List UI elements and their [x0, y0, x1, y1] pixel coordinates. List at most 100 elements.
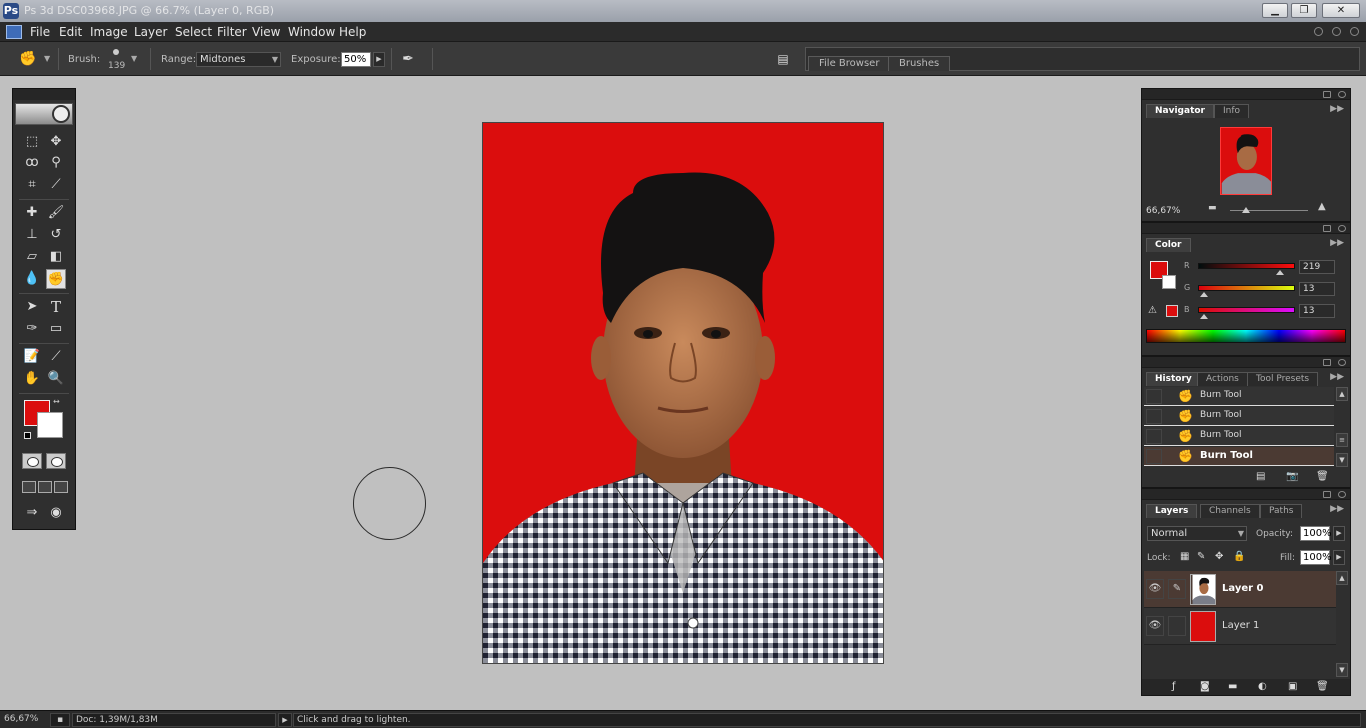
status-menu-arrow-icon[interactable]: ▶: [278, 713, 292, 727]
palette-menu-icon[interactable]: ▶▶: [1330, 504, 1344, 514]
menu-help[interactable]: Help: [339, 25, 366, 39]
palette-menu-icon[interactable]: ▶▶: [1330, 238, 1344, 248]
menu-view[interactable]: View: [252, 25, 280, 39]
menu-window[interactable]: Window: [288, 25, 335, 39]
blend-mode-select[interactable]: Normal ▼: [1147, 526, 1247, 541]
lock-image-icon[interactable]: ✎: [1197, 551, 1205, 562]
palette-menu-icon[interactable]: ▶▶: [1330, 104, 1344, 114]
history-item-selected[interactable]: ✊ Burn Tool: [1144, 447, 1334, 466]
tab-file-browser[interactable]: File Browser: [808, 56, 891, 71]
blur-tool-icon[interactable]: 💧: [22, 269, 42, 289]
palette-close-button[interactable]: [1338, 491, 1346, 498]
palette-close-button[interactable]: [1338, 359, 1346, 366]
menu-select[interactable]: Select: [175, 25, 212, 39]
layer-thumbnail[interactable]: [1190, 611, 1216, 642]
toolbox-grip[interactable]: [13, 89, 75, 100]
history-snapshot-source[interactable]: [1146, 389, 1162, 404]
restore-button[interactable]: ❐: [1291, 3, 1317, 18]
palette-minimize-button[interactable]: [1323, 91, 1331, 98]
layer-row-layer-0[interactable]: 👁 ✎ Layer 0: [1144, 571, 1336, 608]
gradient-tool-icon[interactable]: ◧: [46, 247, 66, 267]
color-spectrum-ramp[interactable]: [1146, 329, 1346, 343]
brush-tool-icon[interactable]: 🖌: [46, 203, 66, 223]
tab-channels[interactable]: Channels: [1200, 504, 1260, 518]
imageready-icon[interactable]: ◉: [46, 503, 66, 523]
minimize-button[interactable]: ▁: [1262, 3, 1288, 18]
close-button[interactable]: ✕: [1322, 3, 1360, 18]
r-value[interactable]: 219: [1299, 260, 1335, 274]
move-tool-icon[interactable]: ✥: [46, 132, 66, 152]
zoom-in-icon[interactable]: ▲: [1318, 201, 1326, 212]
palette-menu-icon[interactable]: ▶▶: [1330, 372, 1344, 382]
scroll-down-button[interactable]: ▼: [1336, 663, 1348, 677]
swap-colors-icon[interactable]: ↔: [53, 397, 60, 406]
tab-actions[interactable]: Actions: [1197, 372, 1248, 386]
lock-all-icon[interactable]: 🔒: [1233, 551, 1245, 562]
jump-to-imageready-icon[interactable]: ⇒: [22, 503, 42, 523]
rectangle-tool-icon[interactable]: ▭: [46, 319, 66, 339]
document-icon[interactable]: [6, 25, 22, 39]
trash-icon[interactable]: 🗑: [1316, 471, 1329, 482]
history-item[interactable]: ✊ Burn Tool: [1144, 407, 1334, 426]
layer-brush-link-icon[interactable]: ✎: [1168, 579, 1186, 599]
brush-tip-icon[interactable]: [113, 49, 119, 55]
menu-layer[interactable]: Layer: [134, 25, 167, 39]
healing-brush-tool-icon[interactable]: ✚: [22, 203, 42, 223]
palette-close-button[interactable]: [1338, 225, 1346, 232]
tab-color[interactable]: Color: [1146, 238, 1191, 252]
marquee-tool-icon[interactable]: ⬚: [22, 132, 42, 152]
history-snapshot-source[interactable]: [1146, 449, 1162, 464]
status-zoom[interactable]: 66,67%: [4, 714, 38, 724]
path-selection-tool-icon[interactable]: ➤: [22, 297, 42, 317]
b-slider-handle[interactable]: [1200, 314, 1208, 319]
tab-info[interactable]: Info: [1214, 104, 1250, 118]
crop-tool-icon[interactable]: ⌗: [22, 175, 42, 195]
trash-icon[interactable]: 🗑: [1316, 681, 1329, 692]
hand-tool-icon[interactable]: ✋: [22, 369, 42, 389]
default-colors-icon[interactable]: [24, 432, 31, 439]
scroll-up-button[interactable]: ▲: [1336, 387, 1348, 401]
tab-paths[interactable]: Paths: [1260, 504, 1303, 518]
quick-mask-mode-button[interactable]: [46, 453, 66, 469]
tab-layers[interactable]: Layers: [1146, 504, 1198, 518]
opacity-slider-button[interactable]: ▶: [1333, 526, 1345, 541]
new-snapshot-icon[interactable]: 📷: [1286, 471, 1298, 482]
adobe-online-button[interactable]: [15, 103, 73, 125]
fill-input[interactable]: 100%: [1300, 550, 1332, 565]
document-canvas[interactable]: [482, 122, 884, 664]
slice-tool-icon[interactable]: ⟋: [46, 175, 66, 195]
tab-brushes[interactable]: Brushes: [888, 56, 951, 71]
zoom-out-icon[interactable]: ▬: [1208, 203, 1217, 213]
new-group-icon[interactable]: ▬: [1228, 681, 1237, 692]
palette-minimize-button[interactable]: [1323, 225, 1331, 232]
range-select[interactable]: Midtones ▼: [196, 52, 281, 67]
new-layer-icon[interactable]: ▣: [1288, 681, 1297, 692]
palette-minimize-button[interactable]: [1323, 491, 1331, 498]
g-slider-handle[interactable]: [1200, 292, 1208, 297]
standard-screen-mode-button[interactable]: [22, 481, 36, 493]
navigator-zoom-slider[interactable]: [1230, 207, 1308, 213]
clone-stamp-tool-icon[interactable]: ⊥: [22, 225, 42, 245]
zoom-tool-icon[interactable]: 🔍: [46, 369, 66, 389]
opacity-input[interactable]: 100%: [1300, 526, 1332, 541]
r-slider-handle[interactable]: [1276, 270, 1284, 275]
lock-position-icon[interactable]: ✥: [1215, 551, 1223, 562]
doc-restore-button[interactable]: [1332, 27, 1341, 36]
doc-close-button[interactable]: [1350, 27, 1359, 36]
adjustment-layer-icon[interactable]: ◐: [1258, 681, 1267, 692]
airbrush-icon[interactable]: ✒: [398, 49, 418, 69]
history-item[interactable]: ✊ Burn Tool: [1144, 387, 1334, 406]
palette-close-button[interactable]: [1338, 91, 1346, 98]
scroll-up-button[interactable]: ▲: [1336, 571, 1348, 585]
history-brush-tool-icon[interactable]: ↺: [46, 225, 66, 245]
layer-brush-link-icon[interactable]: [1168, 616, 1186, 636]
doc-minimize-button[interactable]: [1314, 27, 1323, 36]
menu-image[interactable]: Image: [90, 25, 128, 39]
r-slider[interactable]: [1198, 263, 1295, 269]
history-item[interactable]: ✊ Burn Tool: [1144, 427, 1334, 446]
b-value[interactable]: 13: [1299, 304, 1335, 318]
palette-options-icon[interactable]: ▤: [773, 49, 793, 69]
palette-grip[interactable]: [1142, 489, 1350, 500]
full-screen-menu-mode-button[interactable]: [38, 481, 52, 493]
g-slider[interactable]: [1198, 285, 1295, 291]
